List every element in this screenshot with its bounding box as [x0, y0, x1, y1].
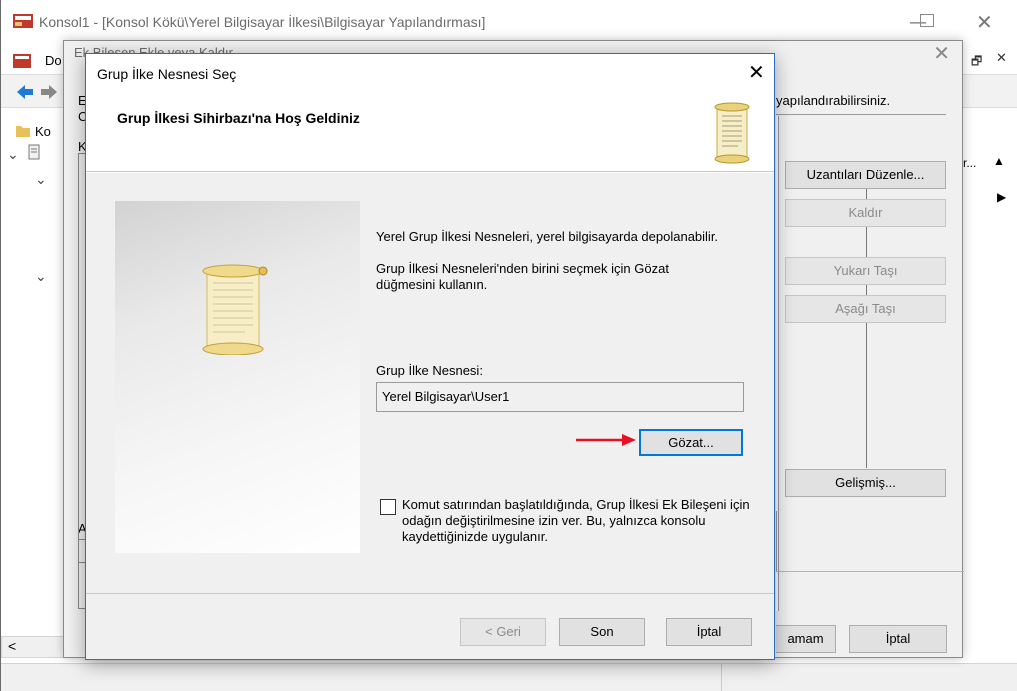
mmc-horizontal-scrollbar[interactable]: <	[1, 636, 71, 658]
close-icon[interactable]: ✕	[748, 60, 765, 84]
select-gpo-wizard: Grup İlke Nesnesi Seç ✕ Grup İlkesi Sihi…	[85, 53, 775, 660]
wizard-titlebar: Grup İlke Nesnesi Seç ✕	[86, 54, 774, 92]
maximize-icon[interactable]	[920, 14, 934, 27]
restore-icon[interactable]: 🗗	[971, 52, 982, 73]
ok-button[interactable]: amam	[776, 625, 836, 653]
browse-button-label: Gözat...	[668, 435, 714, 450]
policy-icon	[28, 144, 40, 160]
connector-line	[866, 189, 867, 199]
gpo-name-field[interactable]: Yerel Bilgisayar\User1	[376, 382, 744, 412]
mmc-actions-pane: r... ▲ ▶	[956, 140, 1017, 640]
footer-rule	[776, 571, 964, 572]
wizard-body: Yerel Grup İlkesi Nesneleri, yerel bilgi…	[86, 173, 774, 593]
mmc-statusbar	[1, 663, 1017, 691]
close-icon[interactable]: ✕	[976, 10, 993, 34]
browse-hint-text: Grup İlkesi Nesneleri'nden birini seçmek…	[376, 261, 669, 292]
gpo-label: Grup İlke Nesnesi:	[376, 363, 483, 378]
close-doc-icon[interactable]: ✕	[996, 51, 1007, 66]
connector-line	[866, 323, 867, 468]
mmc-app-icon	[13, 14, 33, 28]
scroll-illustration-icon	[202, 264, 268, 355]
chevron-down-icon[interactable]: ⌄	[7, 146, 19, 163]
connector-line	[866, 285, 867, 295]
connector-line	[866, 227, 867, 257]
intro-text: Yerel Grup İlkesi Nesneleri, yerel bilgi…	[376, 229, 719, 244]
menu-item-file[interactable]: Do	[45, 53, 62, 68]
description-rule	[776, 114, 946, 115]
red-arrow-icon	[576, 434, 636, 446]
finish-button[interactable]: Son	[559, 618, 645, 646]
mmc-tree-pane: Ko ⌄ ⌄ ⌄	[1, 108, 71, 638]
folder-icon	[16, 126, 30, 137]
wizard-side-image	[115, 201, 360, 553]
expand-right-icon[interactable]: ▶	[997, 190, 1006, 204]
connector-line	[776, 511, 777, 571]
document-icon	[13, 54, 31, 68]
wizard-heading: Grup İlkesi Sihirbazı'na Hoş Geldiniz	[117, 110, 360, 126]
chevron-down-icon[interactable]: ⌄	[35, 171, 47, 188]
wizard-title: Grup İlke Nesnesi Seç	[97, 66, 237, 82]
status-divider	[721, 664, 722, 691]
checkbox-label[interactable]: Komut satırından başlatıldığında, Grup İ…	[402, 497, 762, 545]
wizard-header: Grup İlkesi Sihirbazı'na Hoş Geldiniz	[86, 92, 774, 172]
allow-focus-change-checkbox[interactable]	[380, 499, 396, 515]
wizard-footer: < Geri Son İptal	[86, 594, 774, 659]
cancel-button[interactable]: İptal	[849, 625, 947, 653]
forward-arrow-icon[interactable]	[39, 83, 59, 101]
browse-button[interactable]: Gözat...	[639, 429, 743, 456]
back-button[interactable]: < Geri	[460, 618, 546, 646]
mmc-titlebar: Konsol1 - [Konsol Kökü\Yerel Bilgisayar …	[1, 0, 1017, 44]
snapin-description: yapılandırabilirsiniz.	[776, 93, 891, 108]
collapse-up-icon[interactable]: ▲	[993, 154, 1005, 168]
scroll-left-icon[interactable]: <	[8, 638, 16, 654]
actions-header: r...	[963, 156, 977, 170]
mmc-title-text: Konsol1 - [Konsol Kökü\Yerel Bilgisayar …	[39, 14, 486, 30]
remove-button[interactable]: Kaldır	[785, 199, 946, 227]
scroll-icon	[714, 102, 750, 164]
back-arrow-icon[interactable]	[15, 83, 35, 101]
move-up-button[interactable]: Yukarı Taşı	[785, 257, 946, 285]
cancel-button[interactable]: İptal	[666, 618, 752, 646]
move-down-button[interactable]: Aşağı Taşı	[785, 295, 946, 323]
close-icon[interactable]: ✕	[933, 41, 950, 65]
edit-extensions-button[interactable]: Uzantıları Düzenle...	[785, 161, 946, 189]
advanced-button[interactable]: Gelişmiş...	[785, 469, 946, 497]
chevron-down-icon[interactable]: ⌄	[35, 268, 47, 285]
tree-item-console-root[interactable]: Ko	[35, 124, 51, 139]
